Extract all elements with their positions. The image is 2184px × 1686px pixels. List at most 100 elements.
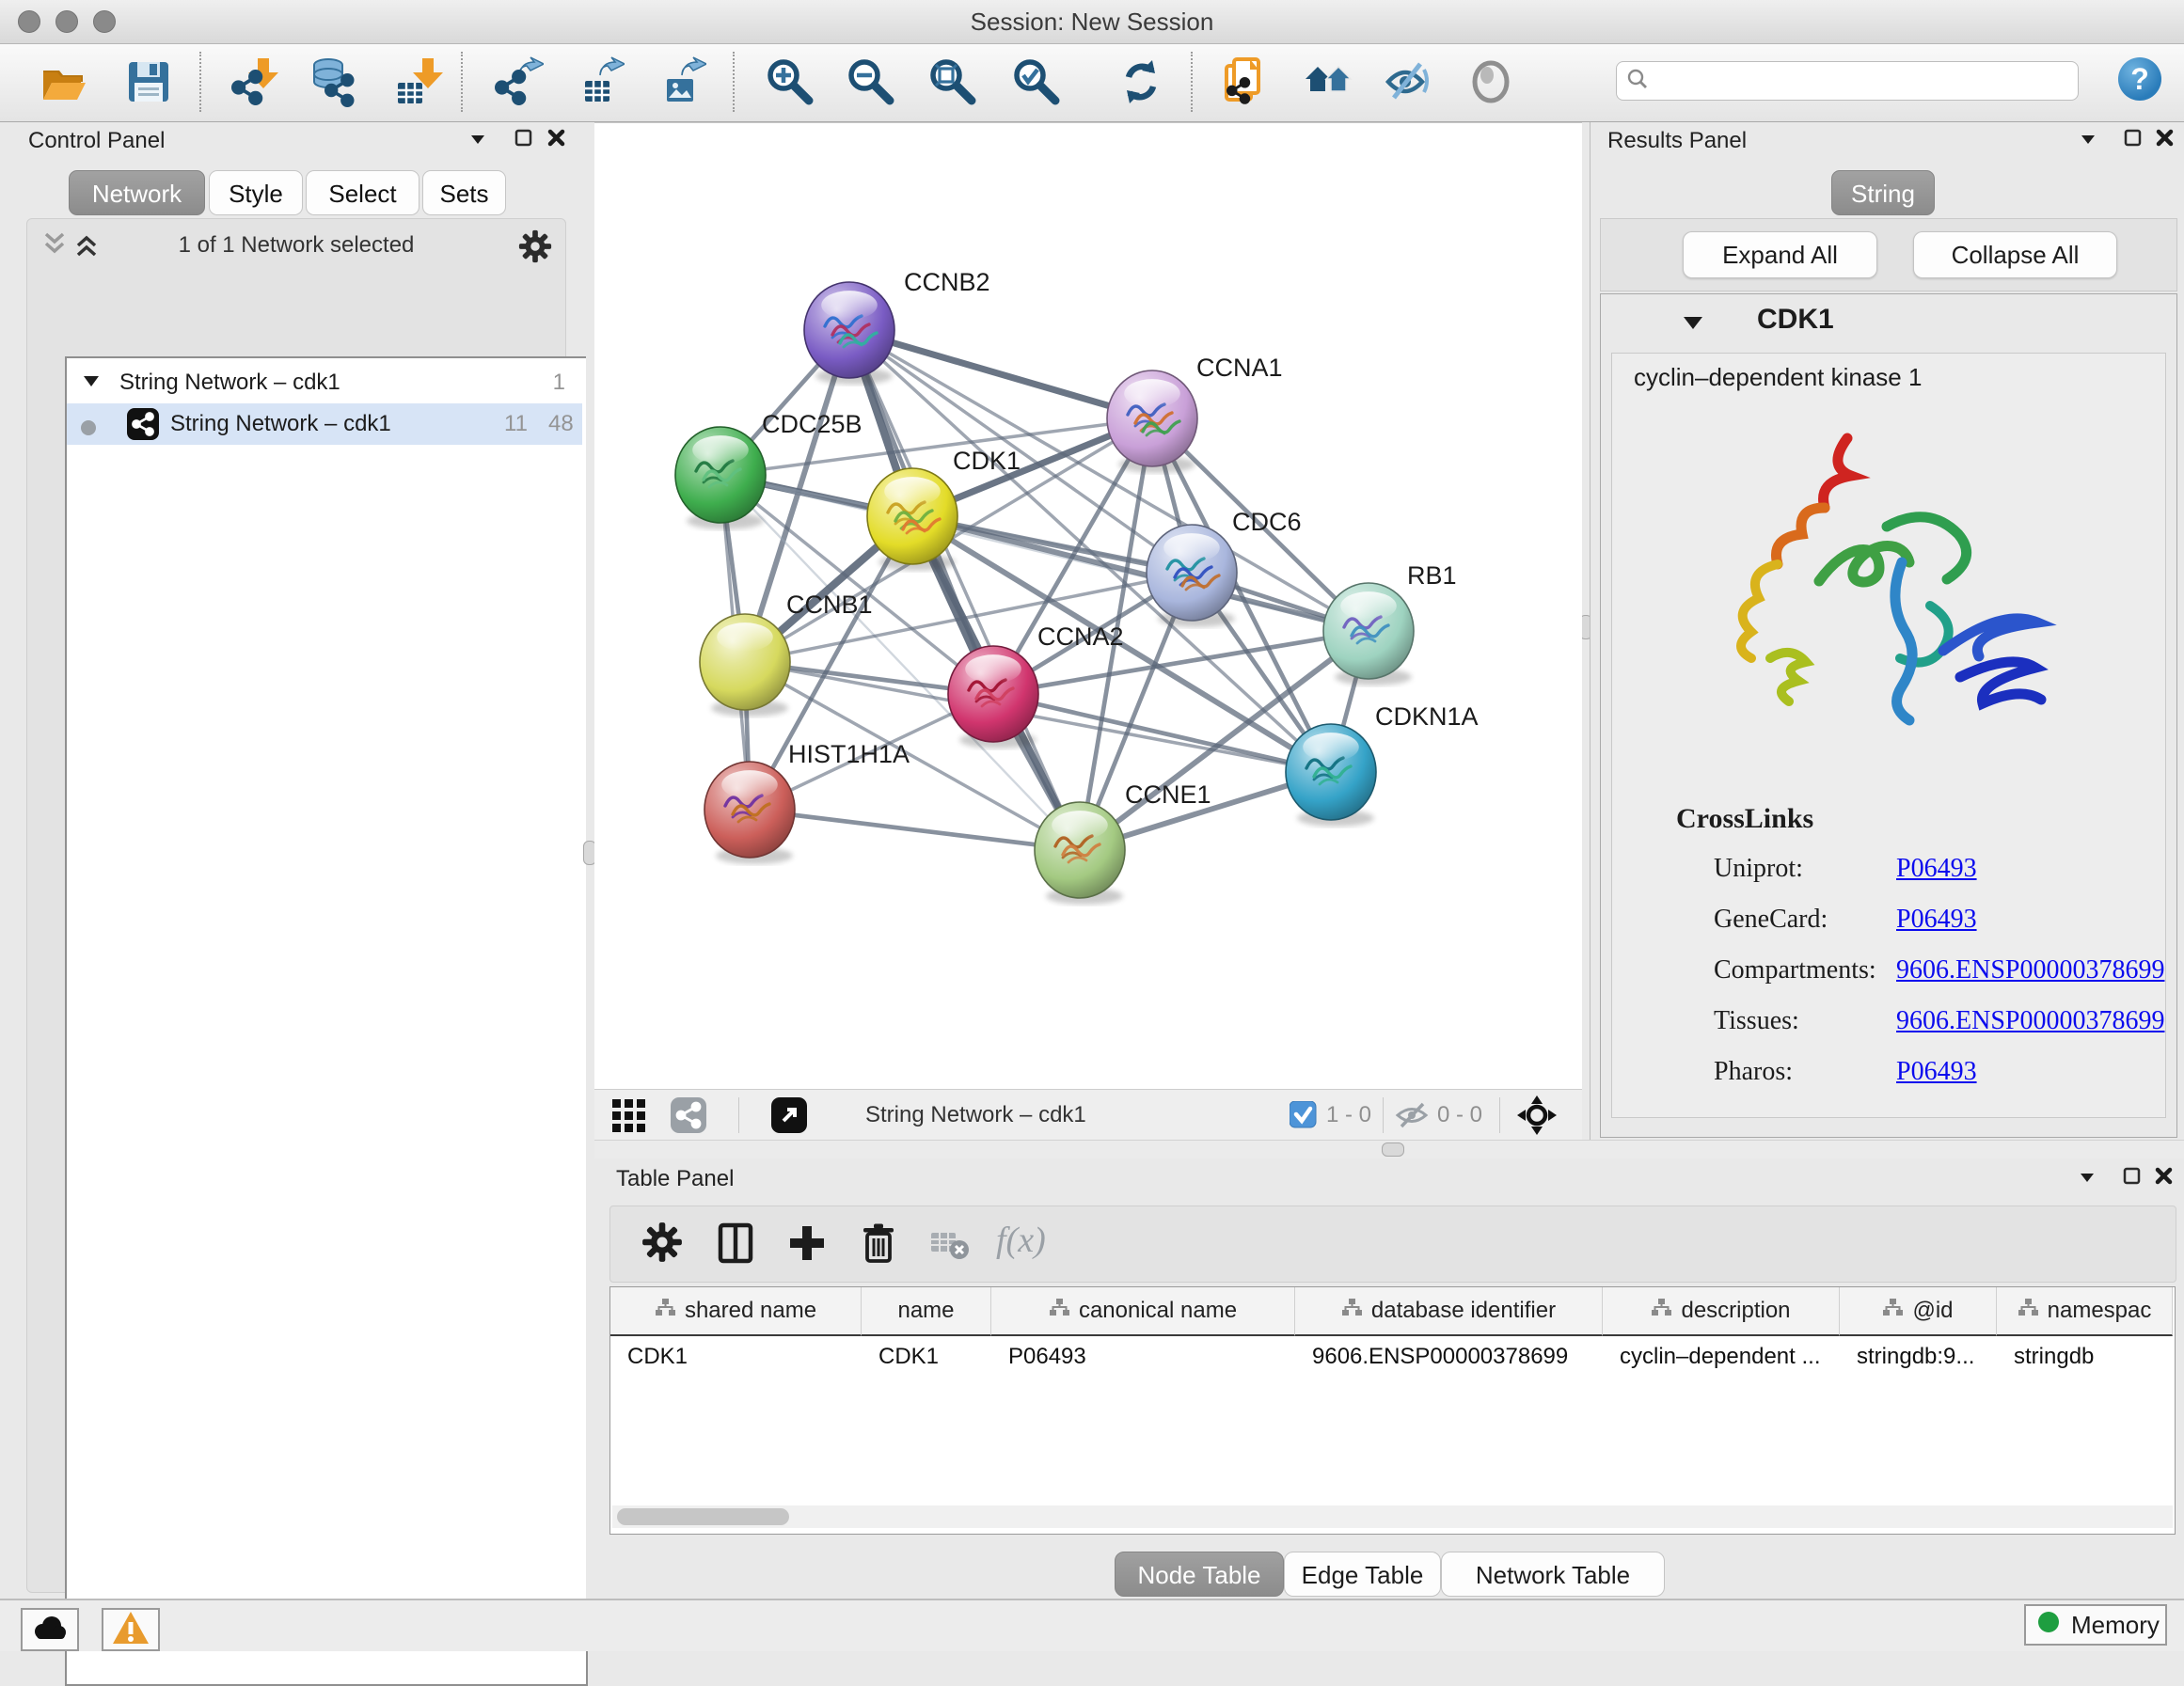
table-cell[interactable]: P06493	[1008, 1336, 1291, 1378]
export-network-icon[interactable]	[493, 56, 544, 107]
tab-network-table[interactable]: Network Table	[1441, 1552, 1665, 1597]
network-row-selected[interactable]: String Network – cdk1 11 48	[67, 403, 582, 445]
network-node-CDC6[interactable]	[1147, 525, 1237, 627]
window-close-button[interactable]	[18, 10, 40, 33]
panel-menu-icon[interactable]	[2078, 128, 2102, 152]
table-hscrollbar[interactable]	[612, 1505, 2173, 1528]
export-image-icon[interactable]	[656, 56, 706, 107]
network-edge[interactable]	[993, 694, 1331, 772]
tab-string[interactable]: String	[1831, 170, 1935, 215]
memory-button[interactable]: Memory	[2024, 1604, 2167, 1646]
tab-sets[interactable]: Sets	[422, 170, 506, 215]
network-edge[interactable]	[750, 810, 1080, 850]
column-header--id[interactable]: @id	[1840, 1287, 1997, 1336]
search-input[interactable]	[1656, 67, 2078, 95]
section-collapse-icon[interactable]	[1682, 313, 1706, 339]
network-canvas[interactable]: CCNB2CCNA1CDC25BCDK1CDC6RB1CCNB1CCNA2CDK…	[594, 122, 1582, 1090]
network-edge[interactable]	[849, 330, 1080, 850]
cloud-status-button[interactable]	[21, 1608, 79, 1651]
horizontal-splitter-handle[interactable]	[1382, 1142, 1404, 1157]
delete-column-icon[interactable]	[857, 1221, 902, 1267]
network-node-CDK1[interactable]	[867, 468, 957, 571]
network-node-CCNE1[interactable]	[1035, 802, 1125, 905]
tab-edge-table[interactable]: Edge Table	[1284, 1552, 1441, 1597]
collapse-all-button[interactable]: Collapse All	[1913, 231, 2117, 278]
detach-view-icon[interactable]	[771, 1097, 807, 1138]
zoom-out-icon[interactable]	[846, 56, 896, 107]
collection-count: 1	[553, 370, 565, 396]
network-node-RB1[interactable]	[1323, 583, 1414, 685]
column-header-namespac[interactable]: namespac	[1997, 1287, 2173, 1336]
table-hscrollbar-thumb[interactable]	[617, 1508, 789, 1525]
collection-expand-icon[interactable]	[82, 371, 103, 398]
network-node-CDKN1A[interactable]	[1286, 724, 1376, 827]
show-graphics-details-icon[interactable]	[1466, 56, 1517, 107]
table-cell[interactable]: cyclin–dependent ...	[1620, 1336, 1836, 1378]
table-cell[interactable]: stringdb:9...	[1857, 1336, 1993, 1378]
show-columns-icon[interactable]	[714, 1221, 759, 1267]
panel-float-icon[interactable]	[2123, 128, 2147, 152]
tab-network[interactable]: Network	[69, 170, 205, 215]
table-cell[interactable]: CDK1	[627, 1336, 858, 1378]
table-settings-gear-icon[interactable]	[641, 1221, 687, 1267]
crosslink-value-link[interactable]: P06493	[1896, 854, 1977, 884]
hidden-eye-icon[interactable]	[1394, 1101, 1430, 1134]
panel-close-icon[interactable]	[546, 128, 571, 152]
selected-checkbox-icon[interactable]	[1290, 1101, 1317, 1133]
refresh-view-icon[interactable]	[1116, 56, 1166, 107]
tab-style[interactable]: Style	[209, 170, 303, 215]
panel-menu-icon[interactable]	[2077, 1166, 2101, 1190]
horizontal-splitter[interactable]	[594, 1140, 2184, 1160]
column-header-shared-name[interactable]: shared name	[610, 1287, 862, 1336]
zoom-in-icon[interactable]	[765, 56, 815, 107]
open-session-icon[interactable]	[39, 56, 89, 107]
import-network-from-file-icon[interactable]	[229, 56, 280, 107]
network-share-view-icon[interactable]	[671, 1097, 706, 1138]
zoom-selected-icon[interactable]	[1011, 56, 1062, 107]
zoom-fit-icon[interactable]	[927, 56, 978, 107]
import-network-from-database-icon[interactable]	[308, 56, 358, 107]
crosslink-value-link[interactable]: 9606.ENSP00000378699	[1896, 955, 2164, 985]
panel-close-icon[interactable]	[2154, 1166, 2178, 1190]
import-string-file-icon[interactable]	[1219, 56, 1270, 107]
panel-float-icon[interactable]	[514, 128, 538, 152]
panel-close-icon[interactable]	[2155, 128, 2179, 152]
crosslink-value-link[interactable]: P06493	[1896, 1057, 1977, 1087]
network-edge[interactable]	[849, 330, 1152, 418]
network-node-CCNB2[interactable]	[804, 282, 894, 385]
export-table-icon[interactable]	[574, 56, 625, 107]
column-header-database-identifier[interactable]: database identifier	[1295, 1287, 1603, 1336]
network-overview-icon[interactable]	[1303, 56, 1353, 107]
tab-node-table[interactable]: Node Table	[1115, 1552, 1284, 1597]
network-collection-row[interactable]: String Network – cdk1 1	[67, 362, 582, 403]
column-header-name[interactable]: name	[862, 1287, 991, 1336]
network-node-CDC25B[interactable]	[675, 427, 766, 529]
add-column-icon[interactable]	[785, 1221, 831, 1267]
column-header-description[interactable]: description	[1603, 1287, 1840, 1336]
table-cell[interactable]: CDK1	[878, 1336, 988, 1378]
hide-graphics-details-icon[interactable]	[1383, 56, 1433, 107]
fit-selection-crosshair-icon[interactable]	[1516, 1095, 1558, 1141]
hidden-count-badge: 0 - 0	[1437, 1102, 1482, 1128]
network-node-CCNB1[interactable]	[700, 614, 790, 717]
save-session-icon[interactable]	[123, 56, 174, 107]
tab-select[interactable]: Select	[306, 170, 419, 215]
network-node-CCNA1[interactable]	[1107, 370, 1197, 473]
window-minimize-button[interactable]	[55, 10, 78, 33]
column-header-canonical-name[interactable]: canonical name	[991, 1287, 1295, 1336]
crosslink-value-link[interactable]: P06493	[1896, 905, 1977, 935]
table-cell[interactable]: stringdb	[2014, 1336, 2169, 1378]
window-zoom-button[interactable]	[93, 10, 116, 33]
network-node-HIST1H1A[interactable]	[704, 762, 795, 864]
crosslink-value-link[interactable]: 9606.ENSP00000378699	[1896, 1006, 2164, 1036]
help-button[interactable]: ?	[2118, 57, 2161, 101]
network-options-gear-icon[interactable]	[517, 228, 553, 269]
warning-status-button[interactable]	[102, 1608, 160, 1651]
table-cell[interactable]: 9606.ENSP00000378699	[1312, 1336, 1599, 1378]
import-table-from-file-icon[interactable]	[394, 56, 445, 107]
panel-menu-icon[interactable]	[467, 128, 492, 152]
crosslinks-heading: CrossLinks	[1676, 803, 1813, 835]
panel-float-icon[interactable]	[2122, 1166, 2146, 1190]
expand-all-button[interactable]: Expand All	[1683, 231, 1877, 278]
grid-view-icon[interactable]	[612, 1099, 646, 1138]
